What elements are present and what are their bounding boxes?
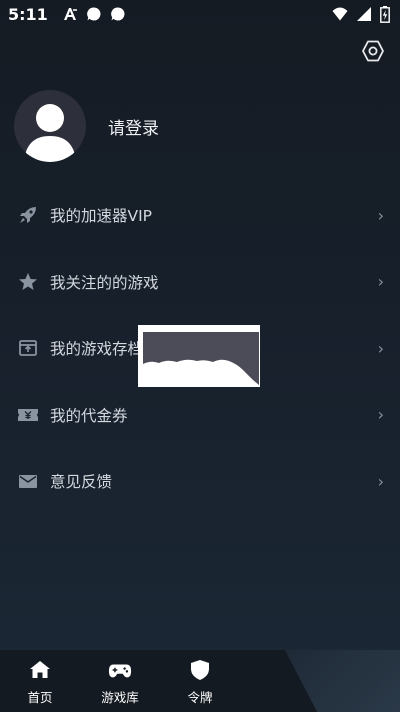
menu-item-label: 我关注的的游戏 [50, 273, 159, 292]
menu-item-label: 我的代金券 [50, 406, 128, 425]
chevron-right-icon: › [377, 471, 384, 491]
redaction-overlay [138, 325, 260, 387]
nav-label: 令牌 [187, 690, 213, 705]
coupon-icon [17, 404, 39, 426]
menu-item-label: 我的加速器VIP [50, 207, 153, 226]
archive-icon [17, 337, 39, 359]
chat-bubble-icon [110, 7, 125, 21]
chevron-right-icon: › [377, 205, 384, 225]
notification-icons [62, 6, 126, 22]
login-prompt[interactable]: 请登录 [108, 114, 159, 139]
hex-gear-icon [362, 40, 384, 62]
wifi-icon [332, 7, 348, 21]
avatar[interactable] [14, 90, 86, 162]
system-status-icons [332, 5, 390, 23]
menu-item-followed-games[interactable]: 我关注的的游戏 › [0, 249, 400, 316]
nav-label: 游戏库 [101, 690, 139, 705]
signal-icon [357, 7, 371, 21]
chevron-right-icon: › [377, 338, 384, 358]
gamepad-icon [108, 658, 132, 682]
redacted-image [143, 332, 259, 385]
menu-item-label: 我的游戏存档 [50, 340, 144, 359]
menu-item-coupons[interactable]: 我的代金券 › [0, 382, 400, 449]
nav-game-library[interactable]: 游戏库 [90, 658, 150, 706]
profile-section[interactable]: 请登录 [14, 90, 159, 162]
nav-token[interactable]: 令牌 [170, 658, 230, 706]
settings-button[interactable] [360, 38, 386, 64]
font-a-icon [63, 8, 77, 20]
nav-home[interactable]: 首页 [10, 658, 70, 706]
nav-decoration [285, 650, 400, 712]
status-bar: 5:11 [0, 0, 400, 28]
default-avatar-icon [24, 104, 76, 162]
star-icon [17, 271, 39, 293]
home-icon [28, 658, 52, 682]
menu-item-label: 意见反馈 [50, 473, 113, 492]
nav-label: 首页 [27, 690, 53, 705]
menu-item-vip[interactable]: 我的加速器VIP › [0, 182, 400, 249]
chat-bubble-icon [86, 7, 101, 21]
rocket-icon [17, 204, 39, 226]
shield-icon [188, 658, 212, 682]
menu-item-feedback[interactable]: 意见反馈 › [0, 448, 400, 515]
chevron-right-icon: › [377, 405, 384, 425]
status-time: 5:11 [8, 4, 48, 24]
bottom-nav: 首页 游戏库 令牌 [0, 650, 400, 712]
battery-icon [380, 5, 390, 23]
chevron-right-icon: › [377, 272, 384, 292]
mail-icon [17, 470, 39, 492]
